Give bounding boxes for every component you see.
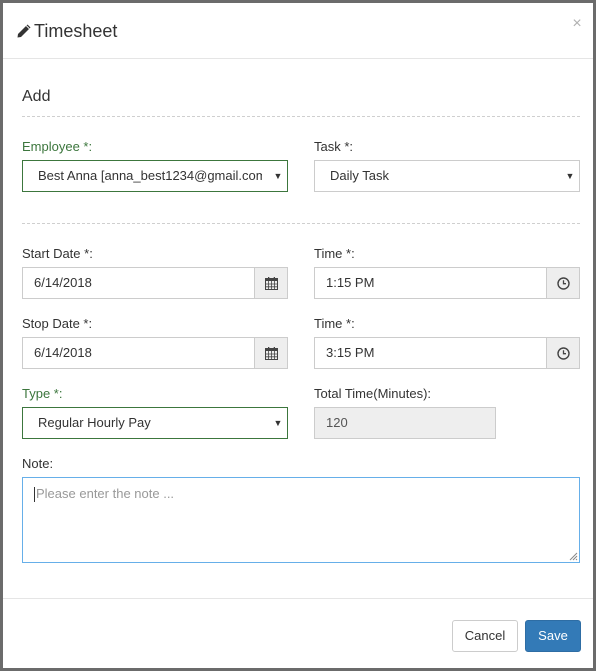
stop-date-input[interactable]: 6/14/2018 xyxy=(22,337,254,369)
pencil-icon xyxy=(17,24,31,38)
section-title: Add xyxy=(22,88,51,105)
start-date-picker-button[interactable] xyxy=(254,267,288,299)
resize-grip-icon[interactable] xyxy=(568,551,578,561)
save-button[interactable]: Save xyxy=(525,620,581,652)
modal-title: Timesheet xyxy=(34,21,118,41)
task-label: Task *: xyxy=(314,139,354,154)
start-time-input[interactable]: 1:15 PM xyxy=(314,267,546,299)
section-divider xyxy=(22,116,580,117)
employee-select[interactable]: Best Anna [anna_best1234@gmail.com] ▼ xyxy=(22,160,288,192)
stop-time-label: Time *: xyxy=(314,316,355,331)
total-time-field: 120 xyxy=(314,407,496,439)
modal-footer: Cancel Save xyxy=(3,598,593,668)
timesheet-modal: Timesheet × Add Employee *: Best Anna [a… xyxy=(0,0,596,671)
clock-icon xyxy=(556,276,570,290)
chevron-down-icon: ▼ xyxy=(269,161,287,191)
employee-select-value: Best Anna [anna_best1234@gmail.com] xyxy=(38,168,262,183)
modal-title-wrap: Timesheet xyxy=(16,20,117,42)
type-select-value: Regular Hourly Pay xyxy=(38,415,151,430)
text-cursor xyxy=(34,487,35,502)
close-button[interactable]: × xyxy=(570,15,584,33)
type-select[interactable]: Regular Hourly Pay ▼ xyxy=(22,407,288,439)
start-time-group: 1:15 PM xyxy=(314,267,580,299)
employee-label: Employee *: xyxy=(22,139,93,154)
start-time-label: Time *: xyxy=(314,246,355,261)
start-date-group: 6/14/2018 xyxy=(22,267,288,299)
chevron-down-icon: ▼ xyxy=(269,408,287,438)
chevron-down-icon: ▼ xyxy=(561,161,579,191)
note-placeholder: Please enter the note ... xyxy=(36,486,175,501)
stop-time-input[interactable]: 3:15 PM xyxy=(314,337,546,369)
calendar-icon xyxy=(264,276,278,290)
note-label: Note: xyxy=(22,456,54,471)
task-select[interactable]: Daily Task ▼ xyxy=(314,160,580,192)
note-textarea[interactable]: Please enter the note ... xyxy=(22,477,580,563)
task-select-value: Daily Task xyxy=(330,168,390,183)
clock-icon xyxy=(556,346,570,360)
stop-date-group: 6/14/2018 xyxy=(22,337,288,369)
start-time-picker-button[interactable] xyxy=(546,267,580,299)
start-date-input[interactable]: 6/14/2018 xyxy=(22,267,254,299)
total-time-label: Total Time(Minutes): xyxy=(314,386,432,401)
stop-time-picker-button[interactable] xyxy=(546,337,580,369)
stop-time-group: 3:15 PM xyxy=(314,337,580,369)
stop-date-label: Stop Date *: xyxy=(22,316,93,331)
stop-date-picker-button[interactable] xyxy=(254,337,288,369)
cancel-button[interactable]: Cancel xyxy=(452,620,518,652)
form-divider xyxy=(22,223,580,224)
calendar-icon xyxy=(264,346,278,360)
modal-header: Timesheet × xyxy=(3,3,593,59)
start-date-label: Start Date *: xyxy=(22,246,93,261)
type-label: Type *: xyxy=(22,386,63,401)
